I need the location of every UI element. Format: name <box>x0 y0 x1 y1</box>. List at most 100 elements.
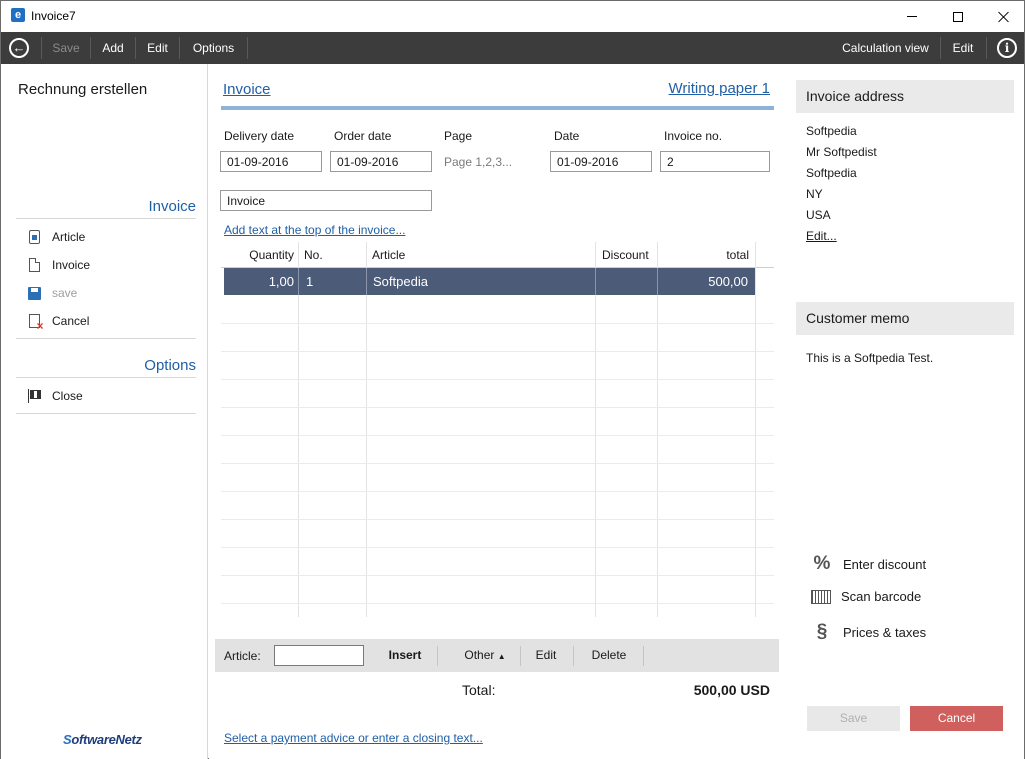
barcode-icon <box>811 589 831 604</box>
sidebar-divider <box>16 338 196 339</box>
grid-column-line <box>595 242 596 617</box>
grid-row-line <box>221 575 774 576</box>
sidebar-item-close[interactable]: Close <box>16 382 196 410</box>
insert-button[interactable]: Insert <box>375 639 435 672</box>
toolbar-separator <box>986 37 987 59</box>
grid-row-line <box>221 463 774 464</box>
header-article[interactable]: Article <box>372 242 405 268</box>
delivery-date-field[interactable]: 01-09-2016 <box>220 151 322 172</box>
minimize-button[interactable] <box>889 1 935 32</box>
table-row[interactable]: 1,00 1 Softpedia 500,00 <box>224 268 755 295</box>
grid-column-line <box>755 242 756 617</box>
cell-separator <box>366 268 367 295</box>
header-quantity[interactable]: Quantity <box>221 242 294 268</box>
cell-no: 1 <box>306 274 314 289</box>
address-line: NY <box>806 187 823 201</box>
total-value: 500,00 USD <box>693 682 770 698</box>
calculation-view-button[interactable]: Calculation view <box>833 32 938 64</box>
sidebar-divider <box>16 413 196 414</box>
title-bar: e Invoice7 <box>1 1 1024 32</box>
sidebar-item-label: save <box>52 286 78 300</box>
toolbar-add-button[interactable]: Add <box>91 32 135 64</box>
order-date-label: Order date <box>334 129 392 143</box>
address-line: USA <box>806 208 831 222</box>
document-icon <box>26 257 42 273</box>
cancel-document-icon <box>26 313 44 333</box>
address-edit-link[interactable]: Edit... <box>806 229 837 243</box>
invoice-no-label: Invoice no. <box>664 129 723 143</box>
article-input-label: Article: <box>224 649 261 663</box>
address-line: Softpedia <box>806 124 857 138</box>
header-no[interactable]: No. <box>304 242 323 268</box>
grid-row-line <box>221 407 774 408</box>
bar-separator <box>643 646 644 666</box>
cell-separator <box>595 268 596 295</box>
toolbar-save-button[interactable]: Save <box>42 32 90 64</box>
customer-memo-text: This is a Softpedia Test. <box>806 351 934 365</box>
sidebar-section-options: Options <box>16 357 196 378</box>
scan-barcode-button[interactable]: Scan barcode <box>811 589 921 604</box>
tab-writing-paper[interactable]: Writing paper 1 <box>669 80 770 97</box>
window-title: Invoice7 <box>31 9 76 23</box>
softwarenetz-logo: SoftwareNetz <box>63 732 142 747</box>
close-window-button[interactable] <box>981 1 1025 32</box>
other-dropdown-button[interactable]: Other ▲ <box>450 639 520 672</box>
enter-discount-label: Enter discount <box>843 556 927 572</box>
tab-invoice[interactable]: Invoice <box>223 81 271 98</box>
sidebar-item-cancel[interactable]: Cancel <box>16 307 196 335</box>
header-discount[interactable]: Discount <box>602 242 649 268</box>
add-top-text-link[interactable]: Add text at the top of the invoice... <box>224 223 405 237</box>
total-label: Total: <box>462 682 496 698</box>
grid-column-line <box>366 242 367 617</box>
line-delete-button[interactable]: Delete <box>575 639 643 672</box>
grid-row-line <box>221 379 774 380</box>
date-field[interactable]: 01-09-2016 <box>550 151 652 172</box>
right-panel: Invoice address Softpedia Mr Softpedist … <box>787 64 1024 759</box>
maximize-icon <box>953 11 963 22</box>
scan-barcode-label: Scan barcode <box>841 589 922 604</box>
maximize-button[interactable] <box>935 1 981 32</box>
info-icon[interactable]: i <box>997 38 1017 58</box>
order-date-field[interactable]: 01-09-2016 <box>330 151 432 172</box>
toolbar-edit-right-button[interactable]: Edit <box>941 32 985 64</box>
header-total[interactable]: total <box>658 242 749 268</box>
grid-column-line <box>657 242 658 617</box>
page-value: Page 1,2,3... <box>444 155 513 169</box>
sidebar-item-save[interactable]: save <box>16 279 196 307</box>
toolbar-options-button[interactable]: Options <box>180 32 247 64</box>
enter-discount-button[interactable]: % Enter discount <box>811 553 927 575</box>
grid-row-line <box>221 323 774 324</box>
sidebar-item-label: Cancel <box>52 314 90 328</box>
invoice-editor: Invoice Writing paper 1 Delivery date 01… <box>209 64 787 759</box>
prices-taxes-button[interactable]: § Prices & taxes <box>811 621 926 643</box>
sidebar-item-article[interactable]: Article <box>16 223 196 251</box>
sidebar-title: Rechnung erstellen <box>18 81 148 98</box>
document-title-field[interactable]: Invoice <box>220 190 432 211</box>
closing-text-link[interactable]: Select a payment advice or enter a closi… <box>224 731 483 745</box>
grid-row-line <box>221 603 774 604</box>
sidebar-item-label: Invoice <box>52 258 91 272</box>
invoice-address-header: Invoice address <box>796 80 1014 113</box>
cell-separator <box>298 268 299 295</box>
article-icon <box>26 229 42 245</box>
sidebar-item-invoice[interactable]: Invoice <box>16 251 196 279</box>
toolbar-edit-button[interactable]: Edit <box>136 32 179 64</box>
invoice-no-field[interactable]: 2 <box>660 151 770 172</box>
back-arrow-icon[interactable]: ← <box>9 38 29 58</box>
bar-separator <box>573 646 574 666</box>
app-window: e Invoice7 ← Save Add Edit Options Calcu… <box>0 0 1025 759</box>
cell-quantity: 1,00 <box>268 274 294 289</box>
line-edit-button[interactable]: Edit <box>521 639 571 672</box>
grid-row-line <box>221 435 774 436</box>
cancel-button[interactable]: Cancel <box>910 706 1003 731</box>
invoice-lines-grid: Quantity No. Article Discount total 1,00… <box>221 242 774 617</box>
grid-row-line <box>221 547 774 548</box>
bar-separator <box>437 646 438 666</box>
article-input[interactable] <box>274 645 364 666</box>
address-line: Mr Softpedist <box>806 145 877 159</box>
cell-total: 500,00 <box>708 274 748 289</box>
close-icon <box>998 11 1010 23</box>
other-label: Other <box>464 648 495 662</box>
save-button[interactable]: Save <box>807 706 900 731</box>
percent-icon: % <box>813 553 831 574</box>
